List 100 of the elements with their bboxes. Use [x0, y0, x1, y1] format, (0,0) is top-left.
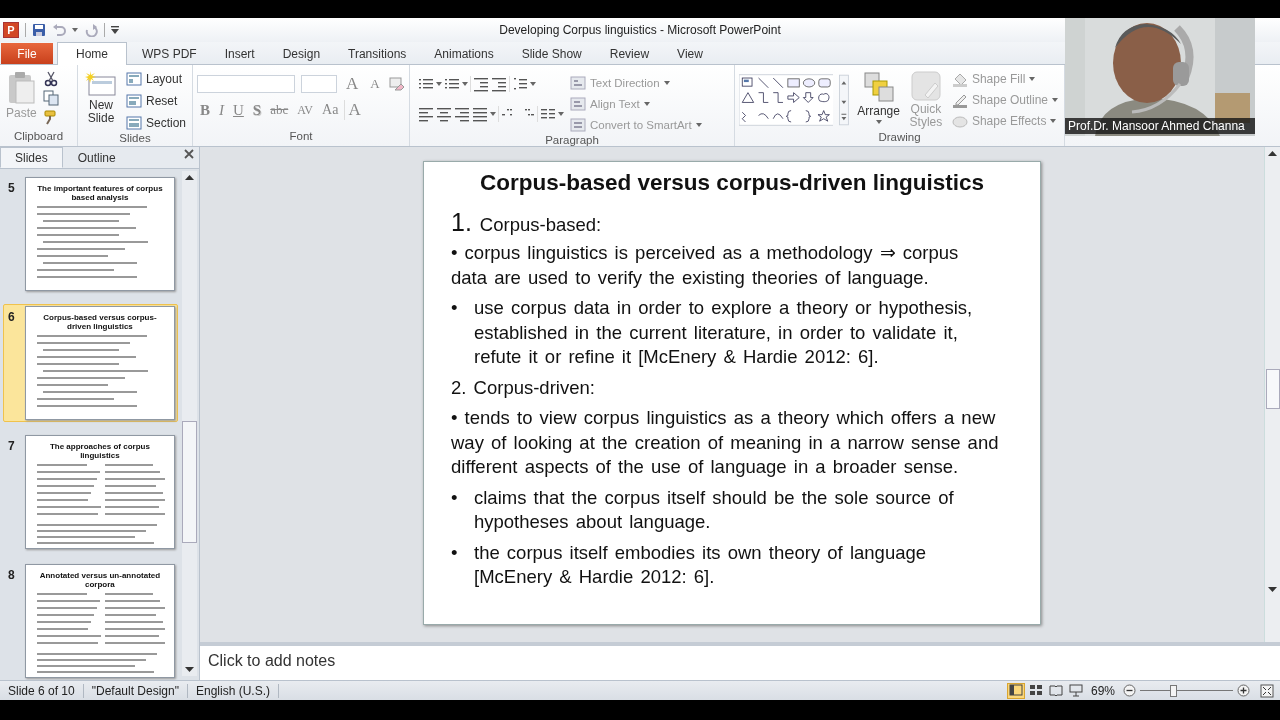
ribbon-tab[interactable]: Design [269, 43, 334, 64]
group-label: Font [288, 130, 314, 144]
slide-sorter-icon [1028, 684, 1043, 697]
slide-number: 6 [8, 309, 16, 326]
status-text: English (U.S.) [187, 683, 279, 698]
scrollbar-thumb[interactable] [1265, 369, 1280, 409]
align-text-icon [570, 95, 586, 112]
new-slide-button[interactable]: New Slide [82, 69, 120, 127]
change-case-button[interactable]: Aa [319, 102, 342, 118]
thumbnail-title: The approaches of corpus linguistics [48, 442, 151, 460]
caret-icon [1029, 76, 1036, 81]
slide-bullet-text: claims that the corpus itself should be the sole source of hypotheses about language. [474, 485, 955, 534]
quick-styles-icon [910, 71, 941, 101]
panel-tab[interactable]: Slides [0, 147, 63, 168]
arrange-button[interactable]: Arrange [855, 69, 902, 126]
panel-tab[interactable]: Outline [62, 147, 131, 168]
zoom-in-icon[interactable] [1237, 684, 1250, 697]
app-logo[interactable]: P [3, 22, 19, 38]
align-center-icon[interactable] [436, 106, 452, 122]
reading-view-button[interactable] [1046, 682, 1065, 699]
clipboard-icon [6, 71, 37, 105]
decrease-indent-icon[interactable] [473, 76, 489, 92]
slide-heading: 2. Corpus-driven: [451, 375, 596, 400]
fit-slide-icon[interactable] [1260, 683, 1274, 698]
ribbon-tab[interactable]: Animations [421, 43, 507, 64]
font-name-field[interactable] [197, 75, 295, 93]
caret-icon [875, 120, 882, 124]
caret-icon [558, 112, 564, 116]
ribbon-tab[interactable]: Transitions [335, 43, 420, 64]
caret-icon [663, 80, 670, 85]
bullet-marker: • [451, 296, 459, 320]
slide-number: 7 [8, 438, 16, 455]
normal-view-button[interactable] [1006, 682, 1025, 699]
thumbnail-title: Corpus-based versus corpus-driven linguistics [42, 313, 158, 331]
zoom-percent[interactable]: 69% [1090, 683, 1115, 698]
new-slide-icon [85, 71, 117, 97]
smartart-icon [570, 116, 586, 133]
status-text: Slide 6 of 10 [0, 683, 84, 698]
slide-bullet-text: use corpus data in order to explore a theory or hypothesis, established in the current literature, in order to validate it, refute it or refine it [McEnery & Hardie 2012: 6]. [474, 296, 974, 369]
slide-heading: 1. Corpus-based: [451, 208, 603, 237]
group-label: Clipboard [12, 130, 65, 144]
caret-icon [1050, 118, 1057, 123]
format-painter-icon[interactable] [42, 109, 59, 125]
caret-icon [643, 101, 650, 106]
slide-bullet-text: the corpus itself embodies its own theory of language [McEnery & Hardie 2012: 6]. [474, 540, 928, 589]
vertical-scrollbar[interactable] [1264, 147, 1280, 642]
scrollbar-thumb[interactable] [182, 421, 197, 543]
ribbon-tab[interactable]: Slide Show [508, 43, 595, 64]
group-label: Paragraph [544, 134, 600, 146]
clear-formatting-icon[interactable] [388, 76, 405, 92]
layout-button[interactable]: Layout [123, 69, 188, 88]
caret-icon [530, 82, 536, 86]
strikethrough-button[interactable]: abc [267, 102, 292, 118]
status-text: "Default Design" [83, 683, 188, 698]
section-icon [125, 115, 142, 130]
align-left-icon[interactable] [418, 106, 434, 122]
close-icon[interactable] [184, 149, 194, 159]
zoom-out-icon[interactable] [1123, 684, 1136, 697]
reset-icon [125, 93, 142, 108]
shrink-font-button[interactable]: A [367, 76, 383, 92]
line-spacing-icon[interactable] [512, 76, 528, 92]
ribbon-tab[interactable]: View [664, 43, 716, 64]
section-button[interactable]: Section [123, 113, 188, 132]
scissors-icon[interactable] [42, 71, 59, 87]
slide-paragraph: • tends to view corpus linguistics as a theory which offers a new way of looking at the creation of meaning in a narrow sense and different aspects of the use of language in a broader sense. [451, 406, 999, 479]
slide-paragraph: • corpus linguistics is perceived as a methodology ⇒ corpus data are used to verify the existing theories of language. [451, 241, 960, 290]
caret-icon [462, 82, 468, 86]
grow-font-button[interactable]: A [343, 74, 362, 94]
increase-indent-icon[interactable] [491, 76, 507, 92]
slide-thumbnail[interactable]: 6 Corpus-based versus corpus-driven linguistics [3, 304, 178, 422]
slide-number: 8 [8, 567, 16, 584]
slide-title: Corpus-based versus corpus-driven linguistics [479, 170, 985, 196]
justify-icon[interactable] [472, 106, 488, 122]
ribbon-tab[interactable]: Insert [211, 43, 268, 64]
reading-view-icon [1048, 684, 1063, 697]
slide-show-view-button[interactable] [1066, 682, 1085, 699]
save-icon[interactable] [32, 23, 46, 37]
ribbon-tab[interactable]: Home [57, 42, 127, 65]
caret-icon [72, 28, 78, 32]
font-size-field[interactable] [301, 75, 337, 93]
character-spacing-button[interactable]: AV [294, 102, 317, 118]
file-tab[interactable]: File [1, 43, 53, 64]
arrange-icon [862, 71, 895, 103]
customize-caret-icon[interactable] [111, 25, 119, 35]
ribbon-tab[interactable]: WPS PDF [129, 43, 210, 64]
ribbon-tab[interactable]: Review [596, 43, 663, 64]
normal-view-icon [1008, 684, 1023, 697]
video-caption: Prof.Dr. Mansoor Ahmed Channa [1065, 118, 1255, 134]
vertical-scrollbar[interactable] [182, 171, 197, 676]
reset-button[interactable]: Reset [123, 91, 188, 110]
slide-number: 5 [8, 180, 16, 197]
thumbnail-title: The important features of corpus based analysis [36, 184, 164, 202]
align-right-icon[interactable] [454, 106, 470, 122]
bullet-marker: • [451, 485, 459, 510]
layout-icon [125, 71, 142, 86]
window-title: Developing Corpus linguistics - Microsoft PowerPoint [499, 23, 781, 37]
caret-icon [490, 112, 496, 116]
caret-icon [436, 82, 442, 86]
text-direction-icon [570, 74, 586, 91]
thumbnail-title: Annotated versus un-annotated corpora [38, 571, 162, 589]
